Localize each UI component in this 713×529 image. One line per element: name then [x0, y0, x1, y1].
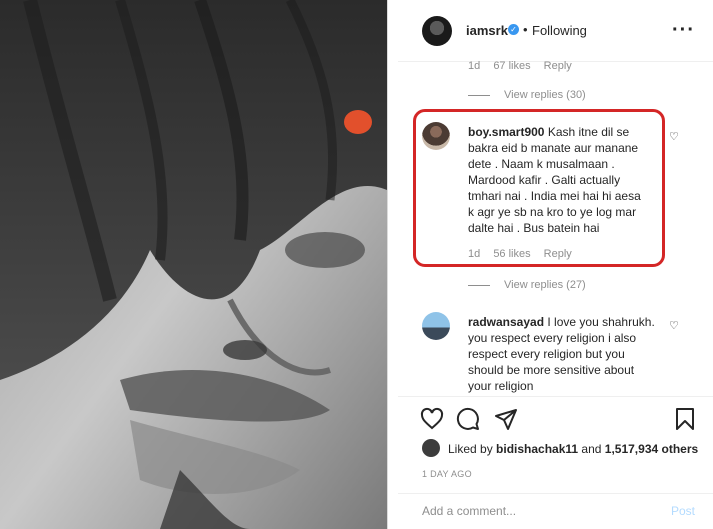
commenter-username[interactable]: radwansayad	[468, 315, 544, 329]
header-separator: •	[523, 22, 528, 37]
author-avatar[interactable]	[422, 16, 452, 46]
save-bookmark-icon[interactable]	[673, 407, 697, 431]
view-replies-button[interactable]: View replies (27)	[468, 279, 586, 291]
commenter-avatar[interactable]	[422, 312, 450, 340]
liked-by-and: and	[578, 442, 605, 456]
post-header: iamsrk ✓ • Following ···	[398, 0, 713, 62]
like-comment-heart-icon[interactable]: ♡	[669, 319, 679, 332]
comment-body: boy.smart900 Kash itne dil se bakra eid …	[468, 124, 648, 236]
view-replies-label: View replies (27)	[504, 279, 586, 291]
like-comment-heart-icon[interactable]: ♡	[669, 130, 679, 143]
comment-likes[interactable]: 67 likes	[493, 60, 530, 72]
post-comment-button[interactable]: Post	[671, 504, 695, 518]
commenter-username[interactable]: boy.smart900	[468, 125, 544, 139]
add-comment-bar: Post	[398, 493, 713, 529]
comment-meta: 1d 56 likes Reply	[468, 248, 582, 260]
comment-bubble-icon[interactable]	[456, 407, 480, 431]
view-replies-button[interactable]: View replies (30)	[468, 89, 586, 101]
liker-avatar[interactable]	[422, 439, 440, 457]
comment-body: radwansayad I love you shahrukh. you res…	[468, 314, 658, 394]
post-timestamp: 1 DAY AGO	[422, 469, 472, 479]
likes-count[interactable]: 1,517,934 others	[605, 442, 698, 456]
view-replies-line	[468, 94, 490, 96]
comment-likes[interactable]: 56 likes	[493, 248, 530, 260]
reply-button[interactable]: Reply	[544, 248, 572, 260]
comment-time: 1d	[468, 60, 481, 72]
post-actions: Liked by bidishachak11 and 1,517,934 oth…	[398, 396, 713, 529]
view-replies-line	[468, 284, 490, 286]
liked-by-prefix: Liked by	[448, 442, 497, 456]
reply-button[interactable]: Reply	[544, 60, 572, 72]
liker-username[interactable]: bidishachak11	[496, 442, 578, 456]
comment-text: Kash itne dil se bakra eid b manate aur …	[468, 125, 641, 235]
verified-badge-icon: ✓	[508, 24, 519, 35]
author-username[interactable]: iamsrk	[466, 23, 508, 38]
comment-time: 1d	[468, 248, 481, 260]
post-side-panel: iamsrk ✓ • Following ··· 1d 67 likes Rep…	[398, 0, 713, 529]
following-button[interactable]: Following	[532, 23, 587, 38]
previous-comment-meta: 1d 67 likes Reply	[468, 60, 582, 72]
more-horizontal-icon[interactable]: ···	[672, 19, 695, 42]
share-paper-plane-icon[interactable]	[494, 407, 518, 431]
commenter-avatar[interactable]	[422, 122, 450, 150]
liked-by-text: Liked by bidishachak11 and 1,517,934 oth…	[448, 442, 698, 456]
post-photo	[0, 0, 387, 529]
like-heart-icon[interactable]	[420, 407, 444, 431]
panel-divider	[387, 0, 397, 529]
view-replies-label: View replies (30)	[504, 89, 586, 101]
add-comment-input[interactable]	[422, 504, 642, 518]
